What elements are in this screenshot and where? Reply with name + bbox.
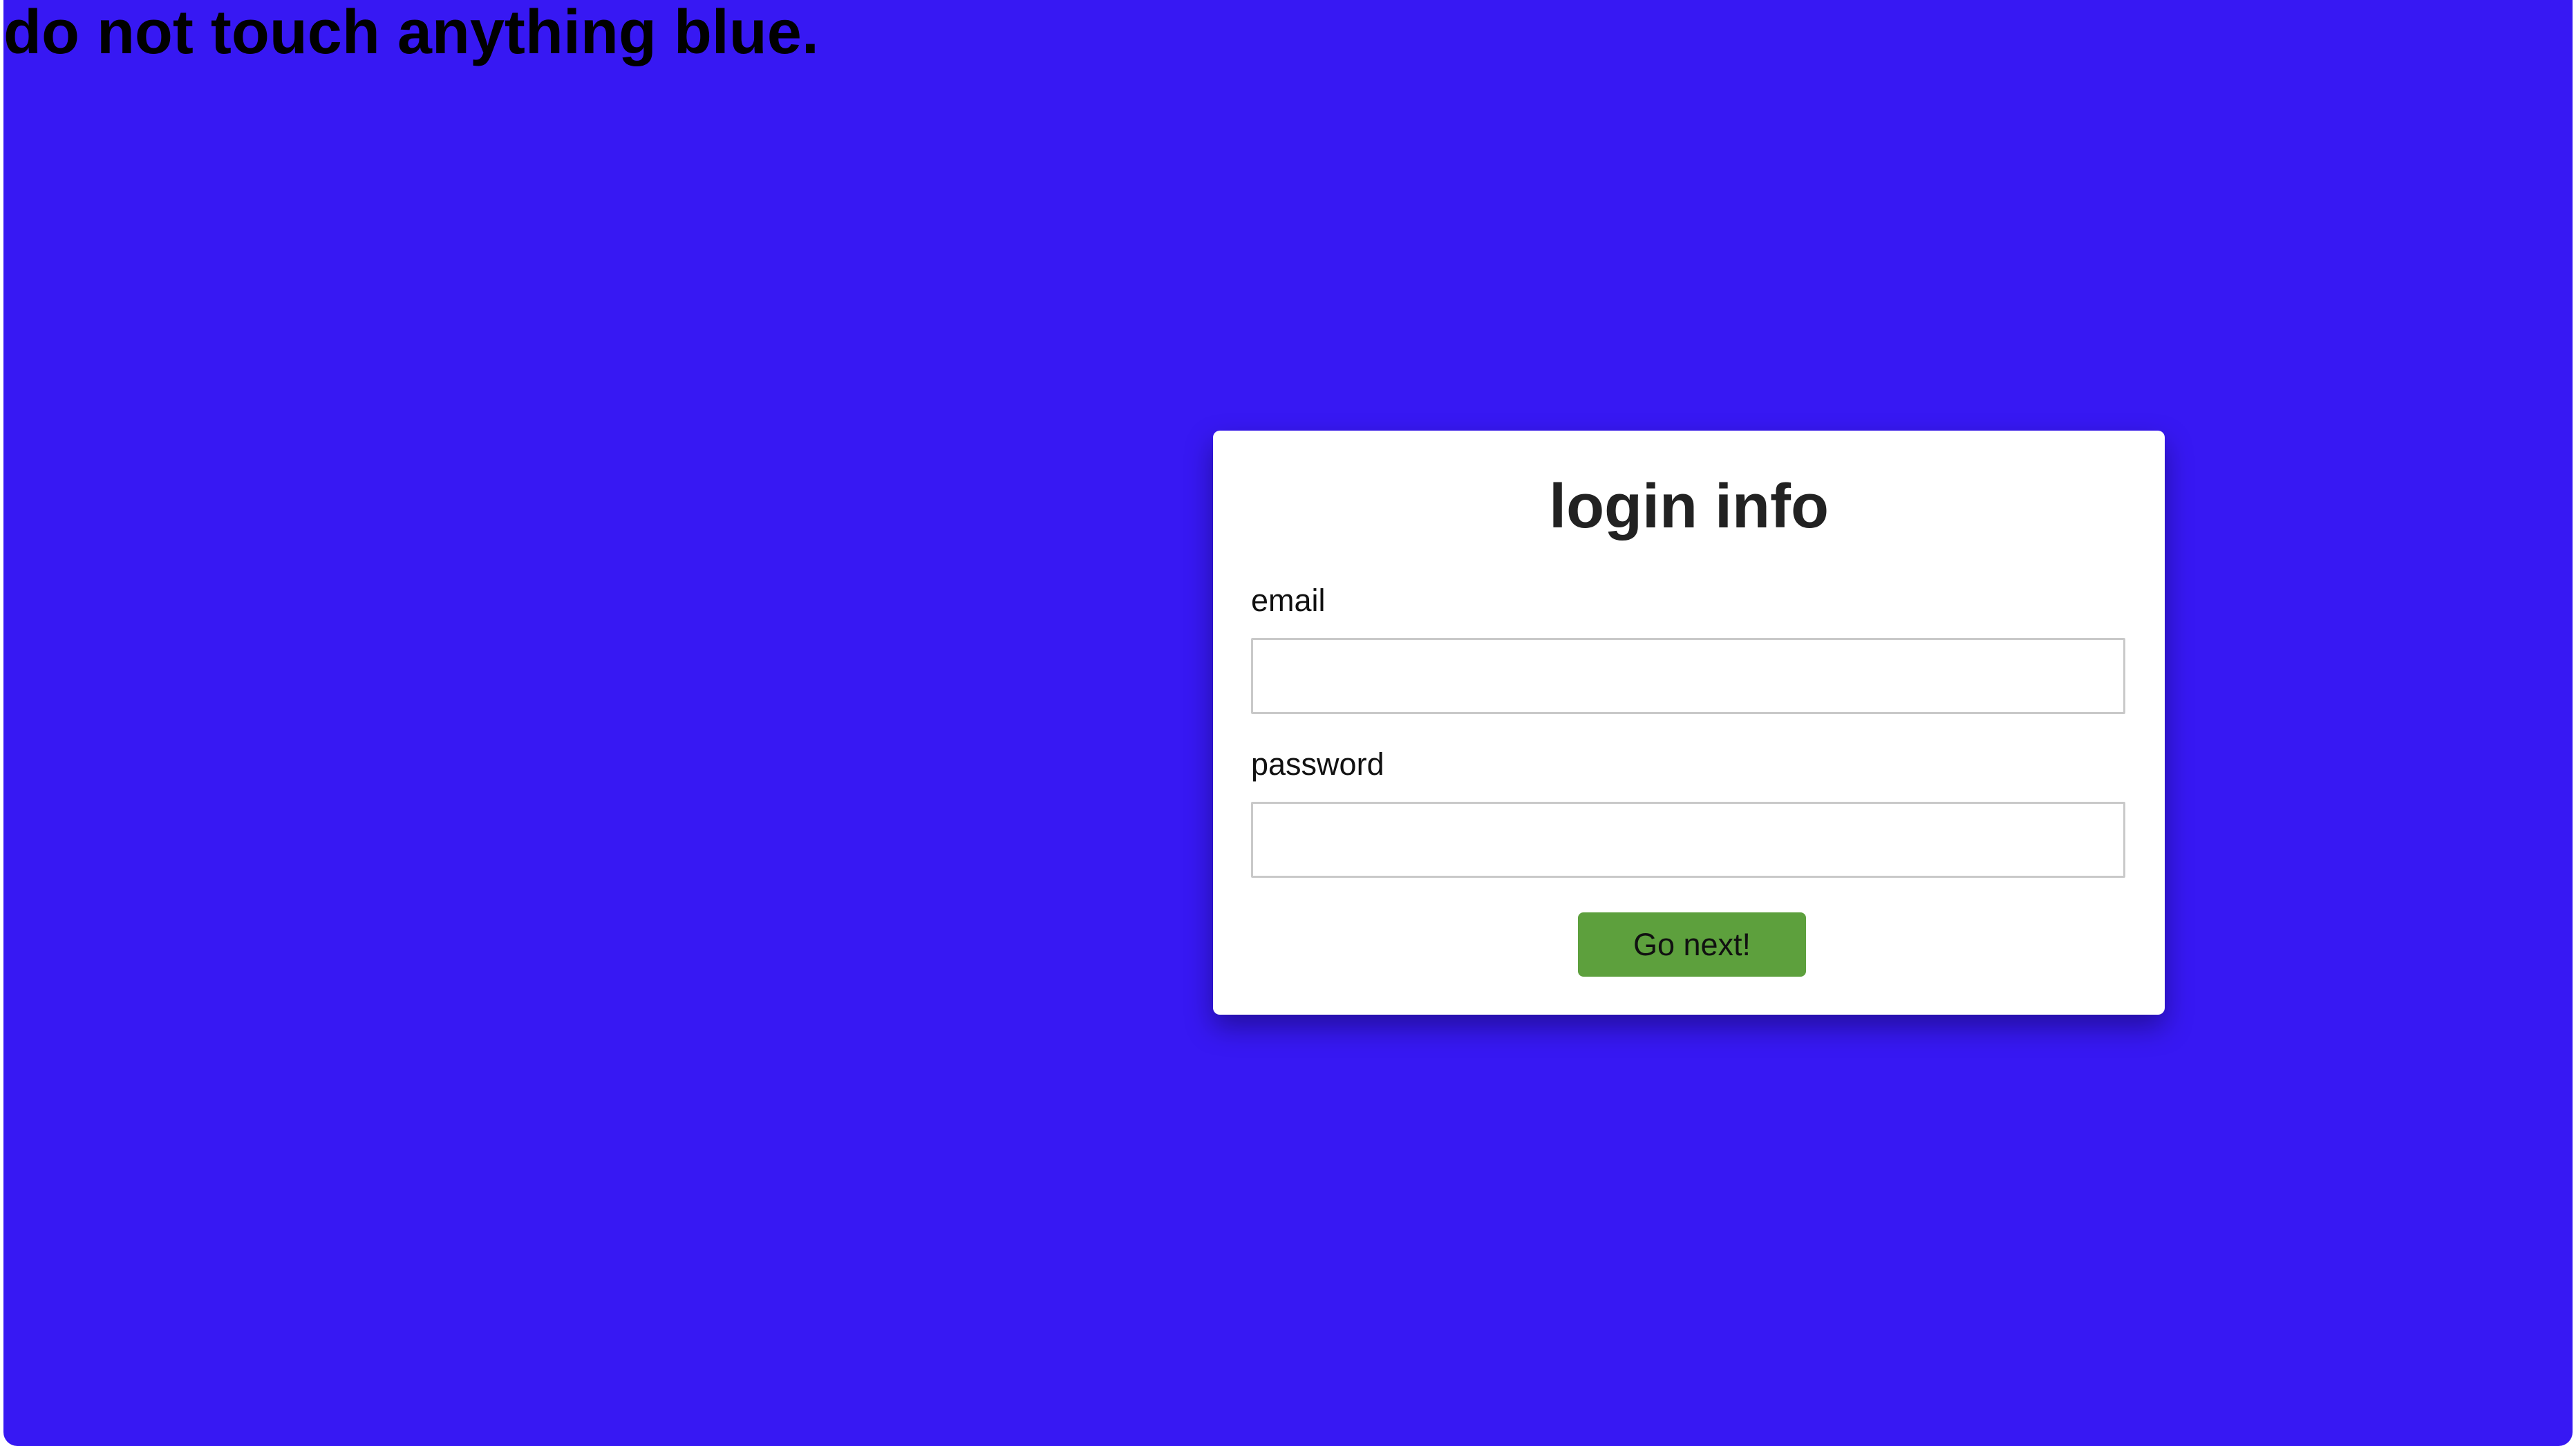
login-title: login info [1549, 472, 1829, 541]
password-field[interactable] [1251, 802, 2125, 878]
login-card: login info email password Go next! [1213, 431, 2165, 1015]
go-next-button[interactable]: Go next! [1578, 912, 1806, 977]
password-label: password [1251, 747, 1384, 782]
email-field[interactable] [1251, 638, 2125, 714]
blue-background-area[interactable]: do not touch anything blue. login info e… [3, 0, 2573, 1446]
warning-heading: do not touch anything blue. [3, 0, 819, 67]
email-label: email [1251, 583, 1326, 618]
